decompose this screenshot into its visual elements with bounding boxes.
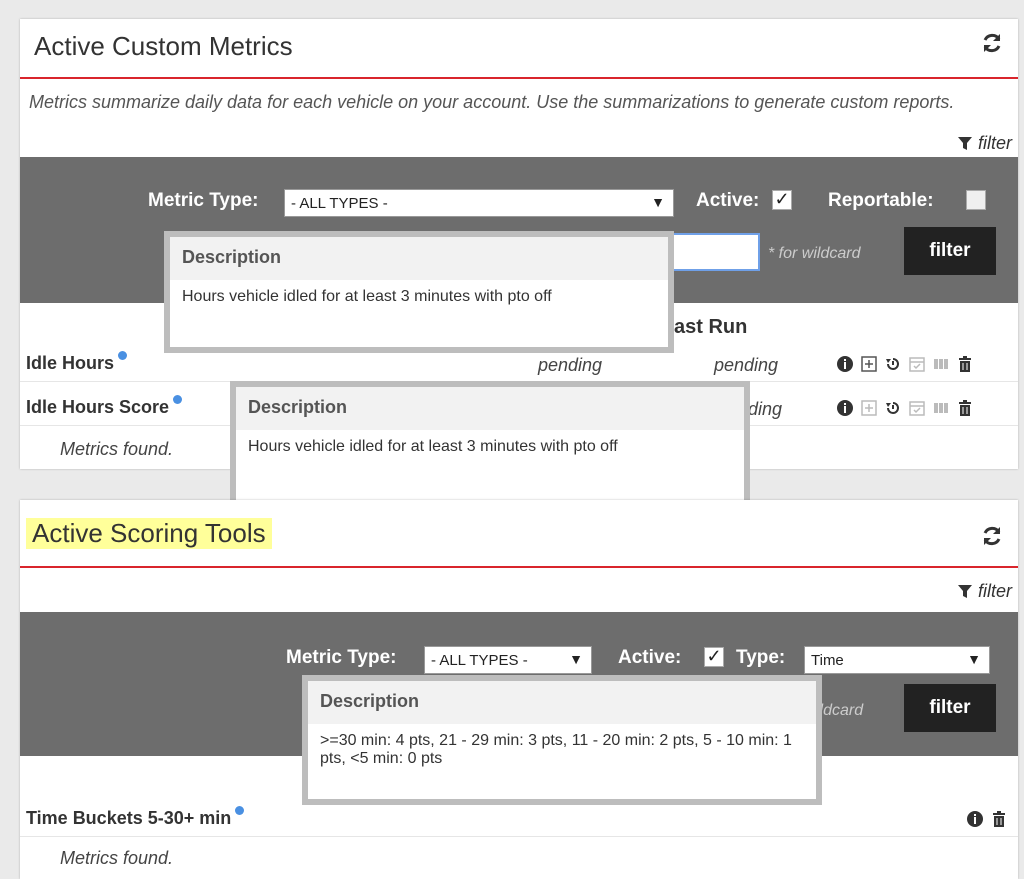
row-actions: [966, 810, 1008, 828]
info-circle-icon[interactable]: [836, 355, 854, 373]
metric-type-label: Metric Type:: [148, 190, 259, 211]
table-row[interactable]: Time Buckets 5-30+ min: [20, 800, 1018, 837]
tooltip-body: Hours vehicle idled for at least 3 minut…: [248, 438, 618, 455]
section-title: Active Scoring Tools: [26, 518, 272, 549]
type-label: Type:: [736, 647, 786, 668]
tooltip-body: Hours vehicle idled for at least 3 minut…: [182, 288, 552, 305]
active-checkbox[interactable]: ✓: [704, 647, 724, 667]
history-icon[interactable]: [884, 399, 902, 417]
refresh-icon[interactable]: [980, 524, 1004, 548]
funnel-icon: [957, 584, 972, 598]
results-summary: Metrics found.: [60, 439, 174, 459]
panel-header: Active Scoring Tools: [20, 500, 1018, 568]
calendar-icon[interactable]: [908, 355, 926, 373]
reportable-checkbox[interactable]: [966, 190, 986, 210]
status-cell: ding: [748, 399, 783, 419]
tool-name: Time Buckets 5-30+ min: [26, 806, 245, 829]
reportable-label: Reportable:: [828, 190, 934, 211]
info-icon[interactable]: [118, 351, 128, 360]
metric-name: Idle Hours Score: [26, 395, 183, 418]
tooltip-heading: Description: [170, 237, 668, 280]
info-icon[interactable]: [235, 806, 245, 815]
add-square-icon[interactable]: [860, 355, 878, 373]
trash-icon[interactable]: [956, 355, 974, 373]
metric-type-value: - ALL TYPES -: [291, 195, 388, 212]
panel-description: Metrics summarize daily data for each ve…: [29, 92, 955, 112]
custom-metrics-panel: Active Custom Metrics Metrics summarize …: [20, 19, 1018, 511]
filter-button[interactable]: filter: [904, 227, 996, 275]
info-circle-icon[interactable]: [966, 810, 984, 828]
funnel-icon: [957, 136, 972, 150]
description-tooltip: Description Hours vehicle idled for at l…: [230, 381, 750, 511]
refresh-icon[interactable]: [980, 31, 1004, 55]
row-actions: [836, 355, 974, 373]
search-input[interactable]: [660, 233, 760, 271]
wildcard-hint: * for wildcard: [768, 245, 861, 262]
chevron-down-icon: ▼: [651, 194, 665, 210]
metric-name: Idle Hours: [26, 351, 128, 374]
status-cell: pending: [714, 355, 779, 375]
scoring-tools-panel: Active Scoring Tools filter Metric Type:…: [20, 500, 1018, 879]
filter-toggle-link[interactable]: filter: [957, 581, 1012, 602]
chevron-down-icon: ▼: [569, 651, 583, 667]
page-title: Active Custom Metrics: [34, 31, 293, 61]
history-icon[interactable]: [884, 355, 902, 373]
trash-icon[interactable]: [990, 810, 1008, 828]
filter-link-label: filter: [977, 581, 1012, 601]
filter-link-label: filter: [977, 133, 1012, 153]
type-select[interactable]: Time ▼: [804, 646, 990, 674]
filter-toggle-link[interactable]: filter: [957, 133, 1012, 154]
trash-icon[interactable]: [956, 399, 974, 417]
columns-icon[interactable]: [932, 399, 950, 417]
row-actions: [836, 399, 974, 417]
columns-icon[interactable]: [932, 355, 950, 373]
add-square-icon[interactable]: [860, 399, 878, 417]
tooltip-body: >=30 min: 4 pts, 21 - 29 min: 3 pts, 11 …: [320, 732, 792, 767]
results-summary: Metrics found.: [60, 848, 174, 868]
metric-type-value: - ALL TYPES -: [431, 652, 528, 669]
description-tooltip: Description Hours vehicle idled for at l…: [164, 231, 674, 353]
column-header-last-run: ast Run: [674, 316, 748, 338]
tooltip-heading: Description: [308, 681, 816, 724]
metric-type-label: Metric Type:: [286, 647, 397, 668]
wildcard-hint: ildcard: [816, 702, 864, 719]
status-cell: pending: [538, 355, 603, 375]
description-tooltip: Description >=30 min: 4 pts, 21 - 29 min…: [302, 675, 822, 805]
tooltip-heading: Description: [236, 387, 744, 430]
metric-type-select[interactable]: - ALL TYPES - ▼: [424, 646, 592, 674]
panel-header: Active Custom Metrics: [20, 19, 1018, 79]
info-icon[interactable]: [173, 395, 183, 404]
metric-type-select[interactable]: - ALL TYPES - ▼: [284, 189, 674, 217]
active-checkbox[interactable]: ✓: [772, 190, 792, 210]
calendar-icon[interactable]: [908, 399, 926, 417]
active-label: Active:: [696, 190, 760, 211]
chevron-down-icon: ▼: [967, 651, 981, 667]
type-value: Time: [811, 652, 844, 669]
active-label: Active:: [618, 647, 682, 668]
info-circle-icon[interactable]: [836, 399, 854, 417]
filter-button[interactable]: filter: [904, 684, 996, 732]
